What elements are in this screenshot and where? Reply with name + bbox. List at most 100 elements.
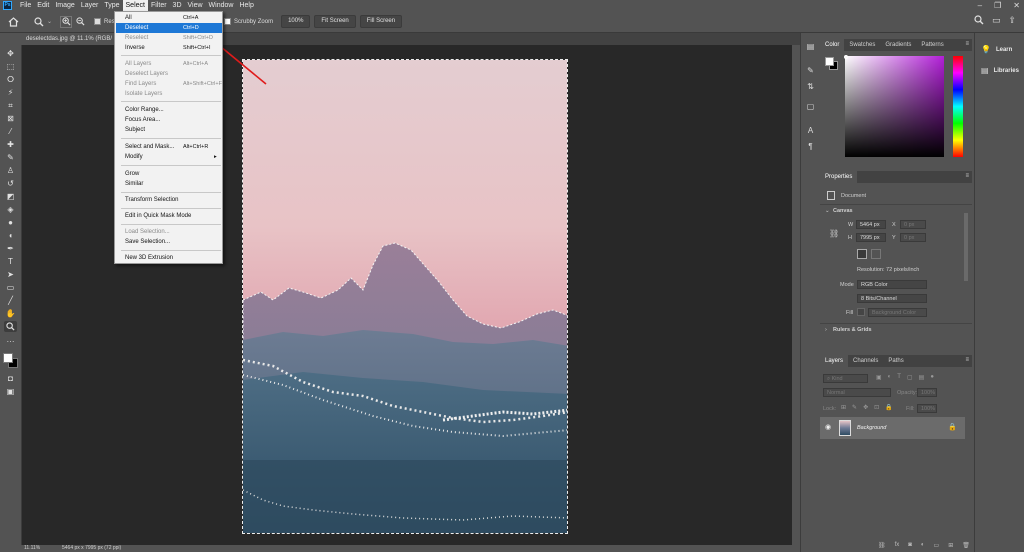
menu-3d[interactable]: 3D	[170, 0, 185, 11]
menu-item-similar[interactable]: Similar	[116, 179, 222, 189]
lock-image-icon[interactable]: ✎	[852, 404, 857, 411]
hand-tool-icon[interactable]: ✋	[4, 308, 17, 319]
lock-all-icon[interactable]: 🔒	[885, 404, 892, 411]
type-tool-icon[interactable]: T	[4, 256, 17, 267]
menu-type[interactable]: Type	[101, 0, 122, 11]
pen-tool-icon[interactable]: ✒	[4, 243, 17, 254]
menu-item-save-selection[interactable]: Save Selection...	[116, 237, 222, 247]
info-panel-icon[interactable]: ▢	[805, 101, 816, 112]
eyedropper-tool-icon[interactable]: ⁄	[4, 126, 17, 137]
learn-item[interactable]: 💡 Learn	[981, 45, 1012, 54]
character-panel-icon[interactable]: A	[805, 125, 816, 136]
tab-patterns[interactable]: Patterns	[916, 39, 948, 51]
layers-menu-icon[interactable]: ≡	[965, 357, 969, 363]
filter-type-icon[interactable]: T	[897, 374, 901, 381]
filter-shape-icon[interactable]: ▢	[907, 374, 913, 381]
color-saturation-field[interactable]	[845, 56, 944, 157]
menu-window[interactable]: Window	[206, 0, 237, 11]
y-field[interactable]: 0 px	[900, 233, 926, 242]
crop-tool-icon[interactable]: ⌗	[4, 100, 17, 111]
fill-swatch[interactable]	[857, 308, 865, 316]
tab-gradients[interactable]: Gradients	[880, 39, 916, 51]
rulers-chevron-icon[interactable]: ›	[825, 327, 827, 333]
search-icon[interactable]	[974, 15, 984, 27]
menu-item-modify[interactable]: Modify ▸	[116, 152, 222, 162]
resize-windows-checkbox[interactable]: Resi	[94, 18, 116, 25]
minimize-icon[interactable]: –	[978, 0, 982, 11]
layer-fill-field[interactable]: 100%	[917, 404, 937, 413]
more-tools-icon[interactable]: ···	[4, 336, 17, 347]
menu-layer[interactable]: Layer	[78, 0, 102, 11]
lock-transparent-icon[interactable]: ⊞	[841, 404, 846, 411]
document-tab[interactable]: deselectdas.jpg @ 11.1% (RGB/	[22, 33, 117, 45]
home-icon[interactable]	[5, 14, 21, 30]
tab-channels[interactable]: Channels	[848, 355, 883, 367]
menu-item-grow[interactable]: Grow	[116, 169, 222, 179]
move-tool-icon[interactable]: ✥	[4, 48, 17, 59]
tab-swatches[interactable]: Swatches	[844, 39, 880, 51]
lock-position-icon[interactable]: ✥	[863, 404, 868, 411]
adjustments-panel-icon[interactable]: ⇅	[805, 81, 816, 92]
visibility-eye-icon[interactable]: ◉	[825, 423, 831, 431]
paragraph-panel-icon[interactable]: ¶	[805, 141, 816, 152]
layer-name[interactable]: Background	[857, 425, 886, 431]
history-brush-tool-icon[interactable]: ↺	[4, 178, 17, 189]
properties-scrollbar[interactable]	[964, 213, 968, 281]
menu-select[interactable]: Select	[122, 0, 148, 11]
new-layer-icon[interactable]: ⊞	[948, 542, 953, 549]
menu-item-focus-area[interactable]: Focus Area...	[116, 115, 222, 125]
brush-tool-icon[interactable]: ✎	[4, 152, 17, 163]
filter-adjustment-icon[interactable]: ◐	[888, 374, 892, 381]
status-zoom[interactable]: 11.11%	[24, 545, 40, 552]
tab-paths[interactable]: Paths	[883, 355, 908, 367]
menu-item-find-layers[interactable]: Find Layers Alt+Shift+Ctrl+F	[116, 79, 222, 89]
fill-screen-button[interactable]: Fill Screen	[359, 15, 403, 28]
fill-select[interactable]: Background Color	[868, 308, 927, 317]
height-field[interactable]: 7995 px	[856, 233, 886, 242]
paint-bucket-tool-icon[interactable]: ◈	[4, 204, 17, 215]
lasso-tool-icon[interactable]: ⵔ	[4, 74, 17, 85]
menu-item-transform-selection[interactable]: Transform Selection	[116, 195, 222, 205]
rectangle-tool-icon[interactable]: ▭	[4, 282, 17, 293]
tab-properties[interactable]: Properties	[820, 171, 858, 183]
zoom-out-icon[interactable]	[72, 14, 88, 30]
menu-view[interactable]: View	[185, 0, 206, 11]
menu-item-isolate-layers[interactable]: Isolate Layers	[116, 89, 222, 99]
frame-tool-icon[interactable]: ⊠	[4, 113, 17, 124]
menu-help[interactable]: Help	[236, 0, 256, 11]
clone-stamp-tool-icon[interactable]: ♙	[4, 165, 17, 176]
menu-item-reselect[interactable]: Reselect Shift+Ctrl+D	[116, 33, 222, 43]
menu-item-inverse[interactable]: Inverse Shift+Ctrl+I	[116, 43, 222, 53]
new-group-icon[interactable]: ▭	[934, 542, 940, 549]
zoom-100-button[interactable]: 100%	[281, 15, 311, 28]
adjustment-layer-icon[interactable]: ◐	[921, 542, 925, 549]
menu-item-deselect[interactable]: Deselect Ctrl+D	[116, 23, 222, 33]
layer-row-background[interactable]: ◉ Background 🔒	[820, 417, 965, 439]
color-picker-handle[interactable]	[844, 55, 848, 59]
properties-menu-icon[interactable]: ≡	[965, 173, 969, 179]
menu-item-color-range[interactable]: Color Range...	[116, 105, 222, 115]
brush-panel-icon[interactable]: ✎	[805, 65, 816, 76]
layer-style-icon[interactable]: fx	[895, 542, 900, 549]
canvas-chevron-icon[interactable]: ⌄	[825, 208, 830, 214]
add-mask-icon[interactable]: ◙	[908, 542, 912, 549]
menu-item-all-layers[interactable]: All Layers Alt+Ctrl+A	[116, 59, 222, 69]
share-icon[interactable]: ⇪	[1008, 15, 1016, 27]
menu-file[interactable]: File	[17, 0, 34, 11]
layer-filter-kind-select[interactable]: ⌕ Kind	[823, 374, 868, 383]
zoom-tool-active-icon[interactable]	[4, 321, 17, 332]
width-field[interactable]: 5464 px	[856, 220, 886, 229]
menu-item-load-selection[interactable]: Load Selection...	[116, 227, 222, 237]
eraser-tool-icon[interactable]: ◩	[4, 191, 17, 202]
blend-mode-select[interactable]: Normal	[823, 388, 891, 397]
mode-select[interactable]: RGB Color	[857, 280, 927, 289]
fit-screen-button[interactable]: Fit Screen	[314, 15, 356, 28]
menu-item-deselect-layers[interactable]: Deselect Layers	[116, 69, 222, 79]
dodge-tool-icon[interactable]: ◖	[4, 230, 17, 241]
menu-item-new-3d-extrusion[interactable]: New 3D Extrusion	[116, 253, 222, 263]
quick-mask-icon[interactable]: ◘	[4, 373, 17, 384]
layer-lock-icon[interactable]: 🔒	[948, 423, 957, 431]
history-panel-icon[interactable]: ▤	[805, 41, 816, 52]
document-image[interactable]	[242, 59, 568, 534]
delete-layer-icon[interactable]: 🗑	[962, 542, 970, 549]
